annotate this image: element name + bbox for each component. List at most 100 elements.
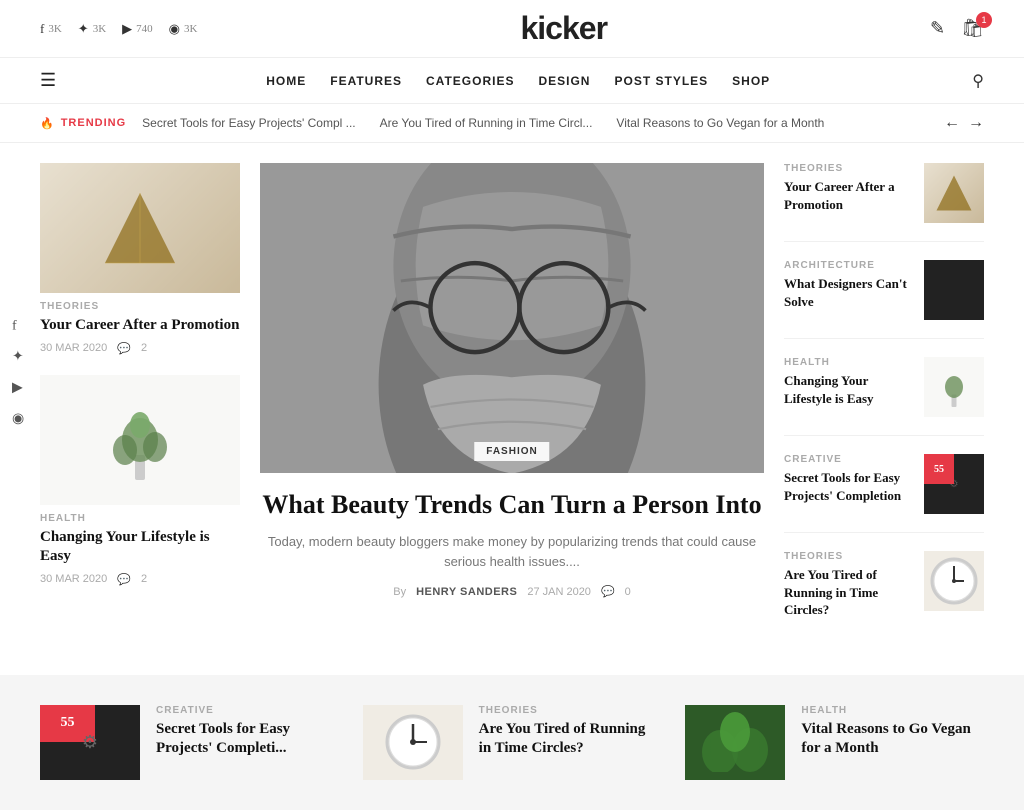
sidebar-youtube-icon[interactable]: ▶ bbox=[12, 379, 24, 396]
right-card-3-title: Secret Tools for Easy Projects' Completi… bbox=[784, 469, 912, 504]
sidebar-twitter-icon[interactable]: ✦ bbox=[12, 348, 24, 365]
comment-icon-featured: 💬 bbox=[601, 585, 615, 598]
left-card-0-comments: 2 bbox=[141, 342, 147, 354]
featured-date: 27 JAN 2020 bbox=[527, 586, 591, 598]
user-icon[interactable]: ✎ bbox=[930, 18, 945, 39]
trending-label: 🔥 TRENDING bbox=[40, 117, 126, 130]
trending-prev[interactable]: ← bbox=[944, 114, 960, 132]
twitter-icon: ✦ bbox=[78, 21, 89, 37]
nav-features[interactable]: FEATURES bbox=[330, 74, 402, 88]
right-card-0-image bbox=[924, 163, 984, 223]
comment-icon-0: 💬 bbox=[117, 342, 131, 355]
social-links: f 3K ✦ 3K ▶ 740 ◉ 3K bbox=[40, 21, 197, 37]
youtube-count: 740 bbox=[136, 23, 153, 35]
facebook-count: 3K bbox=[48, 23, 61, 35]
right-card-3-image: 55 ⚙ bbox=[924, 454, 984, 514]
left-card-0-title: Your Career After a Promotion bbox=[40, 316, 240, 336]
right-card-1-category: ARCHITECTURE bbox=[784, 260, 912, 271]
left-column: THEORIES Your Career After a Promotion 3… bbox=[40, 163, 240, 655]
left-card-1-meta: 30 MAR 2020 💬 2 bbox=[40, 573, 240, 586]
facebook-link[interactable]: f 3K bbox=[40, 21, 62, 37]
right-card-0[interactable]: THEORIES Your Career After a Promotion bbox=[784, 163, 984, 242]
bottom-card-0-category: CREATIVE bbox=[156, 705, 339, 716]
left-card-0-category: THEORIES bbox=[40, 301, 240, 312]
right-card-1[interactable]: ARCHITECTURE What Designers Can't Solve bbox=[784, 260, 984, 339]
bottom-card-2[interactable]: HEALTH Vital Reasons to Go Vegan for a M… bbox=[685, 705, 984, 780]
bottom-card-0-info: CREATIVE Secret Tools for Easy Projects'… bbox=[156, 705, 339, 759]
featured-author: HENRY SANDERS bbox=[416, 586, 517, 598]
nav-home[interactable]: HOME bbox=[266, 74, 306, 88]
trending-item-1[interactable]: Are You Tired of Running in Time Circl..… bbox=[380, 116, 593, 130]
right-card-3-text: CREATIVE Secret Tools for Easy Projects'… bbox=[784, 454, 912, 504]
right-card-0-category: THEORIES bbox=[784, 163, 912, 174]
hamburger-menu[interactable]: ☰ bbox=[40, 70, 56, 91]
nav-links: HOME FEATURES CATEGORIES DESIGN POST STY… bbox=[88, 74, 948, 88]
left-card-1-image bbox=[40, 375, 240, 505]
right-card-0-text: THEORIES Your Career After a Promotion bbox=[784, 163, 912, 213]
youtube-icon: ▶ bbox=[122, 21, 132, 37]
youtube-link[interactable]: ▶ 740 bbox=[122, 21, 153, 37]
trending-item-2[interactable]: Vital Reasons to Go Vegan for a Month bbox=[616, 116, 824, 130]
bottom-grid: 55 ⚙ CREATIVE Secret Tools for Easy Proj… bbox=[40, 705, 984, 780]
trending-bar: 🔥 TRENDING Secret Tools for Easy Project… bbox=[0, 104, 1024, 143]
bottom-card-2-title: Vital Reasons to Go Vegan for a Month bbox=[801, 720, 984, 759]
facebook-icon: f bbox=[40, 21, 44, 37]
bottom-card-0-title: Secret Tools for Easy Projects' Completi… bbox=[156, 720, 339, 759]
comment-icon-1: 💬 bbox=[117, 573, 131, 586]
right-card-1-text: ARCHITECTURE What Designers Can't Solve bbox=[784, 260, 912, 310]
bottom-card-1[interactable]: THEORIES Are You Tired of Running in Tim… bbox=[363, 705, 662, 780]
featured-excerpt: Today, modern beauty bloggers make money… bbox=[260, 532, 764, 574]
featured-title: What Beauty Trends Can Turn a Person Int… bbox=[260, 489, 764, 522]
cart-badge: 1 bbox=[976, 12, 992, 28]
nav-categories[interactable]: CATEGORIES bbox=[426, 74, 514, 88]
cart-icon[interactable]: 🛍 1 bbox=[961, 18, 984, 39]
instagram-link[interactable]: ◉ 3K bbox=[169, 21, 198, 37]
twitter-count: 3K bbox=[93, 23, 106, 35]
sidebar-facebook-icon[interactable]: f bbox=[12, 318, 24, 334]
right-card-2-image bbox=[924, 357, 984, 417]
trending-item-0[interactable]: Secret Tools for Easy Projects' Compl ..… bbox=[142, 116, 355, 130]
bottom-card-1-image bbox=[363, 705, 463, 780]
bottom-card-1-info: THEORIES Are You Tired of Running in Tim… bbox=[479, 705, 662, 759]
nav-bar: ☰ HOME FEATURES CATEGORIES DESIGN POST S… bbox=[0, 58, 1024, 104]
top-actions: ✎ 🛍 1 bbox=[930, 18, 984, 39]
right-card-4[interactable]: THEORIES Are You Tired of Running in Tim… bbox=[784, 551, 984, 637]
right-card-2-category: HEALTH bbox=[784, 357, 912, 368]
bottom-card-1-category: THEORIES bbox=[479, 705, 662, 716]
sidebar-instagram-icon[interactable]: ◉ bbox=[12, 410, 24, 427]
right-card-0-title: Your Career After a Promotion bbox=[784, 178, 912, 213]
trending-text: TRENDING bbox=[61, 117, 126, 129]
nav-post-styles[interactable]: POST STYLES bbox=[614, 74, 708, 88]
left-card-1-date: 30 MAR 2020 bbox=[40, 573, 107, 585]
bottom-card-2-info: HEALTH Vital Reasons to Go Vegan for a M… bbox=[801, 705, 984, 759]
right-card-2[interactable]: HEALTH Changing Your Lifestyle is Easy bbox=[784, 357, 984, 436]
left-card-0-meta: 30 MAR 2020 💬 2 bbox=[40, 342, 240, 355]
instagram-icon: ◉ bbox=[169, 21, 180, 37]
featured-comments: 0 bbox=[625, 586, 631, 598]
left-card-0[interactable]: THEORIES Your Career After a Promotion 3… bbox=[40, 163, 240, 355]
top-bar: f 3K ✦ 3K ▶ 740 ◉ 3K kicker ✎ 🛍 1 bbox=[0, 0, 1024, 58]
trending-next[interactable]: → bbox=[968, 114, 984, 132]
bottom-card-1-title: Are You Tired of Running in Time Circles… bbox=[479, 720, 662, 759]
left-card-1-comments: 2 bbox=[141, 573, 147, 585]
right-card-3[interactable]: CREATIVE Secret Tools for Easy Projects'… bbox=[784, 454, 984, 533]
right-column: THEORIES Your Career After a Promotion A… bbox=[784, 163, 984, 655]
center-column[interactable]: FASHION What Beauty Trends Can Turn a Pe… bbox=[260, 163, 764, 655]
left-card-1[interactable]: HEALTH Changing Your Lifestyle is Easy 3… bbox=[40, 375, 240, 586]
nav-design[interactable]: DESIGN bbox=[538, 74, 590, 88]
right-card-3-category: CREATIVE bbox=[784, 454, 912, 465]
bottom-card-0[interactable]: 55 ⚙ CREATIVE Secret Tools for Easy Proj… bbox=[40, 705, 339, 780]
right-card-2-title: Changing Your Lifestyle is Easy bbox=[784, 372, 912, 407]
search-icon[interactable]: ⚲ bbox=[972, 71, 984, 91]
bottom-card-2-image bbox=[685, 705, 785, 780]
trending-nav: ← → bbox=[944, 114, 984, 132]
right-card-1-title: What Designers Can't Solve bbox=[784, 275, 912, 310]
site-logo[interactable]: kicker bbox=[520, 10, 607, 47]
nav-shop[interactable]: SHOP bbox=[732, 74, 770, 88]
social-sidebar: f ✦ ▶ ◉ bbox=[12, 318, 24, 427]
fire-icon: 🔥 bbox=[40, 117, 55, 130]
left-card-1-title: Changing Your Lifestyle is Easy bbox=[40, 528, 240, 567]
twitter-link[interactable]: ✦ 3K bbox=[78, 21, 106, 37]
left-card-1-category: HEALTH bbox=[40, 513, 240, 524]
bottom-card-0-image: 55 ⚙ bbox=[40, 705, 140, 780]
